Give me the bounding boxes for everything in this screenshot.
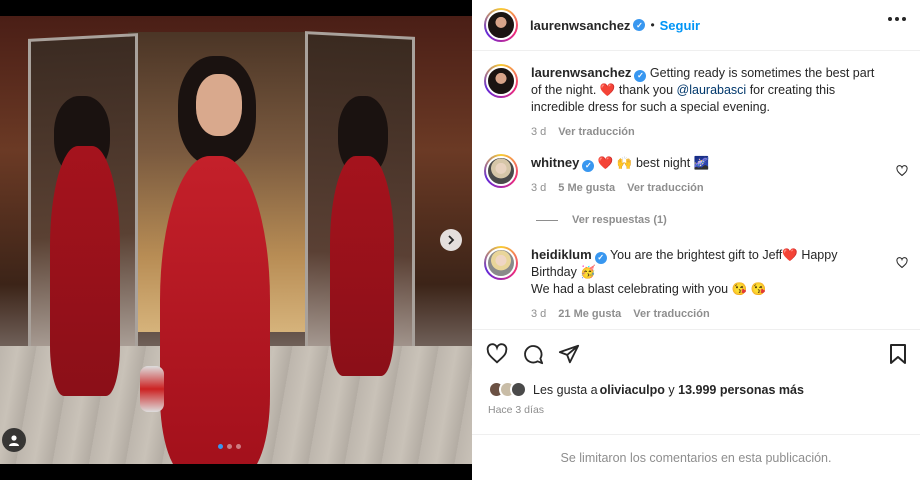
see-translation-button[interactable]: Ver traducción xyxy=(633,306,709,323)
comment-text: ❤️ 🙌 best night 🌌 xyxy=(597,156,710,170)
commenter-avatar[interactable] xyxy=(484,246,518,280)
post-media xyxy=(0,0,472,480)
heart-icon xyxy=(896,165,908,177)
commenter-avatar[interactable] xyxy=(484,154,518,188)
likes-prefix: Les gusta a xyxy=(533,382,598,397)
author-avatar[interactable] xyxy=(484,8,518,42)
caption: laurenwsanchez ✓ Getting ready is sometim… xyxy=(484,64,883,141)
likes-summary: Les gusta a oliviaculpo y 13.999 persona… xyxy=(488,381,804,398)
liker-username[interactable]: oliviaculpo xyxy=(600,383,665,397)
see-translation-button[interactable]: Ver traducción xyxy=(627,180,703,197)
view-replies-button[interactable]: Ver respuestas (1) xyxy=(536,214,667,226)
tagged-user-button[interactable] xyxy=(2,428,26,452)
comment-likes-button[interactable]: 5 Me gusta xyxy=(558,180,615,197)
comment-item: heidiklum ✓ You are the brightest gift to… xyxy=(484,246,883,323)
subject-face xyxy=(196,74,242,136)
comment-button[interactable] xyxy=(522,343,544,365)
caption-username[interactable]: laurenwsanchez xyxy=(531,65,631,80)
comment-icon xyxy=(524,345,544,365)
see-translation-button[interactable]: Ver traducción xyxy=(558,124,634,141)
like-button[interactable] xyxy=(486,343,508,365)
rocket-purse xyxy=(140,366,164,412)
carousel-dot xyxy=(227,444,232,449)
bookmark-icon xyxy=(890,344,906,364)
comment-time: 3 d xyxy=(531,308,547,320)
like-comment-button[interactable] xyxy=(896,257,908,272)
verified-badge-icon: ✓ xyxy=(633,19,646,31)
comment-meta: 3 d 5 Me gusta Ver traducción xyxy=(531,180,883,197)
verified-badge-icon: ✓ xyxy=(634,69,647,82)
heart-icon xyxy=(486,343,508,364)
mention-link[interactable]: @laurabasci xyxy=(677,83,747,97)
reflection-right-dress xyxy=(330,156,394,376)
comments-limited-notice: Se limitaron los comentarios en esta pub… xyxy=(472,434,920,480)
liker-avatar xyxy=(510,381,527,398)
post-header: laurenwsanchez ✓ • Seguir xyxy=(472,0,920,51)
author-avatar[interactable] xyxy=(484,64,518,98)
carousel-dot xyxy=(236,444,241,449)
post-timestamp: Hace 3 días xyxy=(488,404,545,416)
share-button[interactable] xyxy=(558,343,580,365)
header-separator: • xyxy=(650,18,655,32)
heart-emoji: ❤️ xyxy=(599,83,616,97)
carousel-indicator xyxy=(218,444,241,449)
carousel-next-button[interactable] xyxy=(440,229,462,251)
comment-meta: 3 d 21 Me gusta Ver traducción xyxy=(531,306,883,323)
user-icon xyxy=(9,435,19,446)
verified-badge-icon: ✓ xyxy=(594,251,607,264)
post-photo xyxy=(0,16,472,464)
heart-icon xyxy=(896,257,908,269)
comment-likes-button[interactable]: 21 Me gusta xyxy=(558,306,621,323)
liker-avatars xyxy=(488,381,527,398)
follow-button[interactable]: Seguir xyxy=(660,18,700,33)
post-sidebar: laurenwsanchez ✓ • Seguir laurenwsanchez… xyxy=(472,0,920,480)
like-comment-button[interactable] xyxy=(896,165,908,180)
likes-count-button[interactable]: 13.999 personas más xyxy=(678,383,804,397)
author-username[interactable]: laurenwsanchez xyxy=(530,18,630,33)
comment-username[interactable]: whitney xyxy=(531,155,579,170)
comments-section: laurenwsanchez ✓ Getting ready is sometim… xyxy=(472,52,920,330)
paper-plane-icon xyxy=(558,344,580,364)
likes-mid: y xyxy=(664,382,679,397)
reflection-left-dress xyxy=(50,146,120,396)
comment-username[interactable]: heidiklum xyxy=(531,247,592,262)
view-replies-label: Ver respuestas (1) xyxy=(572,214,667,226)
post-actions xyxy=(472,331,920,377)
more-options-icon[interactable] xyxy=(888,17,906,21)
carousel-dot-active xyxy=(218,444,223,449)
comment-item: whitney ✓ ❤️ 🙌 best night 🌌 3 d 5 Me gust… xyxy=(484,154,883,197)
chevron-right-icon xyxy=(448,235,455,245)
comment-time: 3 d xyxy=(531,126,547,138)
caption-meta: 3 d Ver traducción xyxy=(531,124,883,141)
caption-text-part2: thank you xyxy=(615,83,677,97)
verified-badge-icon: ✓ xyxy=(582,159,595,172)
save-button[interactable] xyxy=(888,343,908,368)
replies-line xyxy=(536,219,558,221)
comment-time: 3 d xyxy=(531,182,547,194)
comment-text-line2: We had a blast celebrating with you 😘 😘 xyxy=(531,282,767,296)
subject-red-dress xyxy=(160,156,270,464)
